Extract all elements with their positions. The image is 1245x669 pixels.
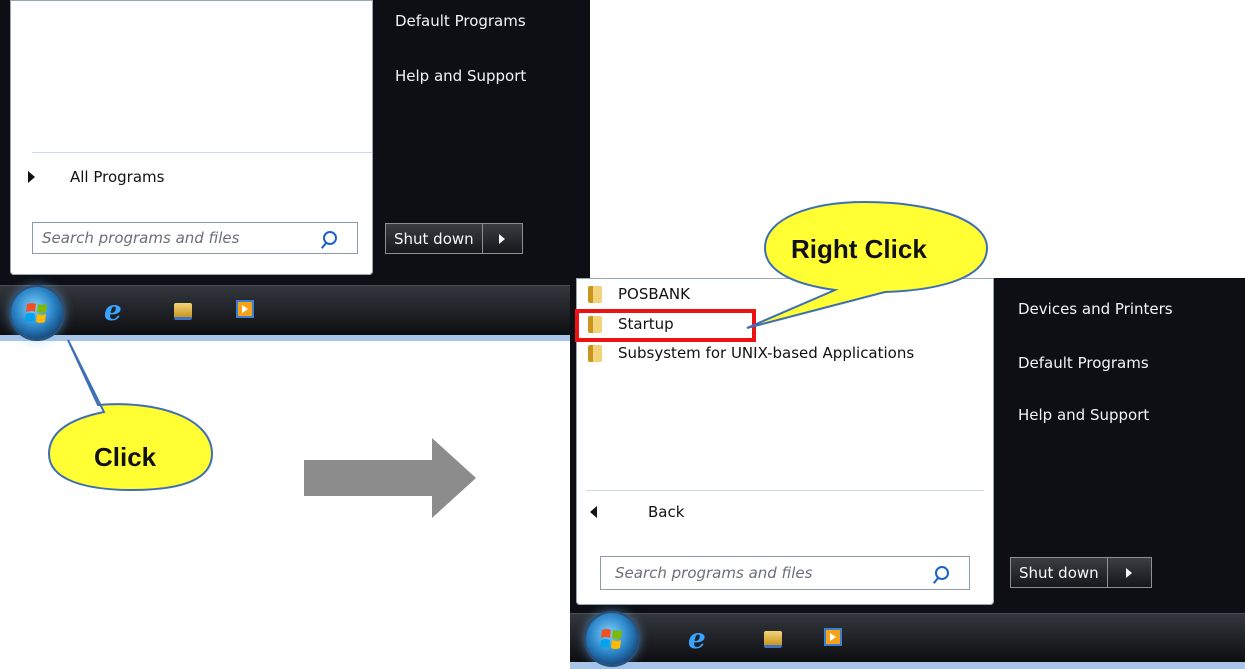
shutdown-options-arrow[interactable] — [1108, 567, 1151, 578]
devices-and-printers-link[interactable]: Devices and Printers — [1018, 300, 1173, 318]
taskbar-left — [0, 285, 590, 336]
folder-label: Subsystem for UNIX-based Applications — [618, 344, 915, 362]
menu-divider — [32, 152, 372, 153]
click-callout-text: Click — [94, 442, 157, 472]
chevron-right-icon — [499, 233, 506, 244]
start-orb-icon[interactable] — [586, 613, 638, 665]
taskbar-right — [570, 613, 1245, 663]
shutdown-button[interactable]: Shut down — [1010, 557, 1152, 588]
chevron-right-icon — [1126, 567, 1133, 578]
menu-divider — [586, 490, 984, 491]
help-and-support-link[interactable]: Help and Support — [395, 67, 526, 85]
all-programs-item[interactable]: All Programs — [28, 167, 358, 191]
folder-icon[interactable] — [174, 303, 192, 320]
start-menu-left: All Programs Search programs and files D… — [0, 0, 590, 285]
right-click-callout-text: Right Click — [791, 234, 927, 264]
search-input[interactable]: Search programs and files — [600, 556, 970, 590]
search-icon[interactable] — [323, 231, 337, 245]
search-placeholder: Search programs and files — [42, 229, 240, 247]
internet-explorer-icon[interactable]: e — [104, 297, 122, 325]
search-placeholder: Search programs and files — [615, 564, 813, 582]
gray-arrow — [304, 438, 476, 518]
all-programs-label: All Programs — [70, 168, 165, 186]
folder-icon[interactable] — [764, 631, 782, 648]
shutdown-button[interactable]: Shut down — [385, 223, 523, 254]
shutdown-label: Shut down — [394, 229, 474, 248]
right-click-callout — [746, 200, 989, 329]
internet-explorer-icon[interactable]: e — [688, 625, 706, 653]
search-input[interactable]: Search programs and files — [32, 222, 358, 254]
folder-item-posbank[interactable]: POSBANK — [588, 285, 690, 303]
start-menu-left-pane: All Programs Search programs and files — [10, 0, 373, 275]
help-and-support-link[interactable]: Help and Support — [1018, 406, 1149, 424]
folder-label: POSBANK — [618, 285, 690, 303]
windows-flag-icon — [600, 629, 622, 649]
startup-highlight-box — [575, 309, 756, 342]
shutdown-label: Shut down — [1019, 563, 1099, 582]
shutdown-options-arrow[interactable] — [483, 233, 522, 244]
chevron-right-icon — [28, 171, 35, 183]
folder-icon — [588, 285, 602, 303]
media-player-icon[interactable] — [824, 628, 842, 646]
folder-item-subsystem-unix[interactable]: Subsystem for UNIX-based Applications — [588, 344, 914, 362]
default-programs-link[interactable]: Default Programs — [1018, 354, 1149, 372]
default-programs-link[interactable]: Default Programs — [395, 12, 526, 30]
folder-icon — [588, 344, 602, 362]
back-label: Back — [648, 503, 685, 521]
back-item[interactable]: Back — [590, 503, 790, 527]
media-player-icon[interactable] — [236, 300, 254, 318]
search-icon[interactable] — [935, 566, 949, 580]
chevron-left-icon — [590, 506, 597, 518]
